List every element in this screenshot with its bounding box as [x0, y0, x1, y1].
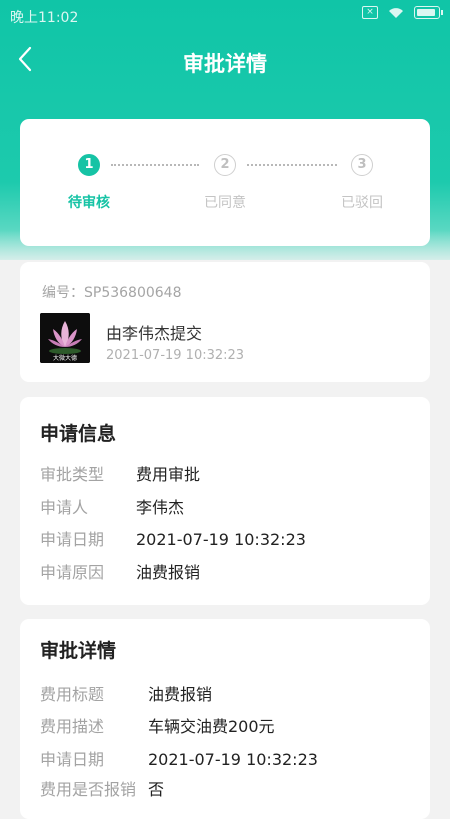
step-label: 已驳回 [341, 195, 383, 211]
info-value: 2021-07-19 10:32:23 [136, 530, 306, 549]
detail-value: 否 [148, 780, 165, 799]
step-number: 2 [214, 154, 236, 176]
detail-label: 费用是否报销 [40, 780, 137, 799]
status-bar: 晚上11:02 × [0, 0, 450, 30]
detail-value: 油费报销 [148, 685, 213, 704]
page-title: 审批详情 [183, 52, 267, 76]
info-value: 李伟杰 [136, 498, 185, 517]
serial-number: 编号：SP536800648 [42, 285, 182, 301]
submission-card: 编号：SP536800648 大微大德 由李伟杰提交 2021-07-19 10… [20, 262, 430, 382]
approval-progress-card: 1 待审核 2 已同意 3 已驳回 [20, 119, 430, 246]
status-time: 晚上11:02 [10, 10, 79, 26]
step-number: 3 [351, 154, 373, 176]
info-row-date: 申请日期 2021-07-19 10:32:23 [40, 526, 306, 550]
lotus-icon: 大微大德 [40, 313, 90, 363]
info-label: 审批类型 [40, 465, 105, 484]
no-sim-icon: × [362, 6, 378, 19]
step-label: 待审核 [68, 195, 110, 211]
info-label: 申请日期 [40, 530, 105, 549]
battery-icon [414, 6, 443, 19]
step-pending: 1 待审核 [49, 154, 129, 212]
nav-bar: 审批详情 [0, 30, 450, 94]
section-heading: 申请信息 [40, 423, 117, 445]
info-row-reason: 申请原因 油费报销 [40, 559, 200, 583]
detail-row-description: 费用描述 车辆交油费200元 [40, 713, 275, 737]
detail-row-title: 费用标题 油费报销 [40, 681, 212, 705]
detail-label: 费用标题 [40, 685, 105, 704]
info-label: 申请人 [40, 498, 89, 517]
detail-value: 2021-07-19 10:32:23 [148, 750, 318, 769]
section-heading: 审批详情 [40, 640, 117, 662]
detail-row-reimbursed: 费用是否报销否 [40, 776, 164, 800]
detail-label: 申请日期 [40, 750, 105, 769]
info-row-type: 审批类型 费用审批 [40, 461, 200, 485]
step-approved: 2 已同意 [185, 154, 265, 212]
step-number: 1 [78, 154, 100, 176]
info-value: 费用审批 [136, 465, 201, 484]
avatar-caption: 大微大德 [53, 354, 77, 362]
detail-row-date: 申请日期 2021-07-19 10:32:23 [40, 746, 318, 770]
submit-time: 2021-07-19 10:32:23 [106, 348, 245, 363]
info-label: 申请原因 [40, 563, 105, 582]
step-rejected: 3 已驳回 [322, 154, 402, 212]
application-info-card: 申请信息 审批类型 费用审批 申请人 李伟杰 申请日期 2021-07-19 10:3… [20, 397, 430, 605]
submitter-text: 由李伟杰提交 [106, 324, 203, 343]
wifi-icon [389, 7, 403, 18]
approval-detail-card: 审批详情 费用标题 油费报销 费用描述 车辆交油费200元 申请日期 2021-07-… [20, 619, 430, 819]
detail-label: 费用描述 [40, 717, 105, 736]
info-value: 油费报销 [136, 563, 201, 582]
step-label: 已同意 [204, 195, 246, 211]
status-icons: × [362, 6, 443, 19]
info-row-applicant: 申请人 李伟杰 [40, 494, 184, 518]
avatar: 大微大德 [40, 313, 90, 363]
detail-value: 车辆交油费200元 [148, 717, 275, 736]
